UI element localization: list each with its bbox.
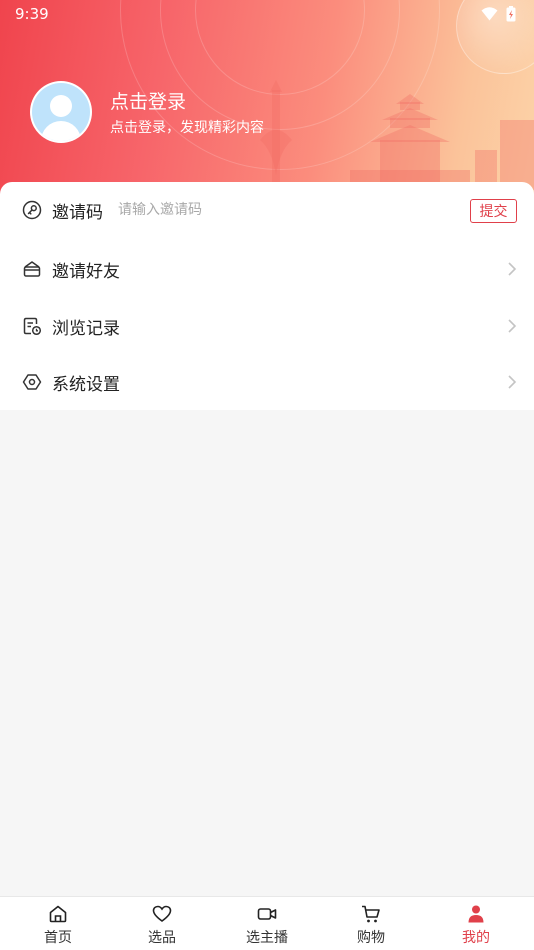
menu-item-label: 系统设置 bbox=[52, 374, 120, 395]
invite-code-input[interactable] bbox=[118, 182, 458, 238]
nav-item-shopping[interactable]: 购物 bbox=[336, 897, 406, 950]
chevron-right-icon bbox=[508, 262, 517, 276]
wifi-icon bbox=[481, 7, 498, 21]
home-icon bbox=[49, 905, 67, 923]
invite-code-row: 邀请码 提交 bbox=[0, 182, 534, 238]
avatar[interactable] bbox=[30, 81, 92, 143]
battery-icon bbox=[506, 6, 516, 22]
settings-icon bbox=[22, 374, 42, 390]
heart-icon bbox=[152, 905, 172, 922]
menu-item-settings[interactable]: 系统设置 bbox=[0, 354, 534, 410]
chevron-right-icon bbox=[508, 319, 517, 333]
nav-item-selection[interactable]: 选品 bbox=[127, 897, 197, 950]
chevron-right-icon bbox=[508, 375, 517, 389]
menu-item-invite-friends[interactable]: 邀请好友 bbox=[0, 241, 534, 297]
menu-item-label: 邀请好友 bbox=[52, 261, 120, 282]
nav-label: 购物 bbox=[357, 930, 385, 946]
status-icons bbox=[481, 6, 516, 22]
status-time: 9:39 bbox=[15, 5, 49, 23]
nav-label: 选主播 bbox=[246, 930, 288, 946]
status-bar: 9:39 bbox=[0, 0, 534, 28]
nav-label: 我的 bbox=[462, 930, 490, 946]
login-subtitle[interactable]: 点击登录，发现精彩内容 bbox=[110, 117, 264, 137]
key-icon bbox=[22, 200, 42, 220]
login-title[interactable]: 点击登录 bbox=[110, 87, 186, 114]
nav-label: 选品 bbox=[148, 930, 176, 946]
avatar-image bbox=[32, 83, 90, 141]
cart-icon bbox=[362, 905, 380, 923]
submit-button[interactable]: 提交 bbox=[470, 199, 517, 223]
nav-item-anchors[interactable]: 选主播 bbox=[232, 897, 302, 950]
skyline-illustration bbox=[260, 80, 534, 190]
nav-label: 首页 bbox=[44, 930, 72, 946]
menu-item-label: 浏览记录 bbox=[52, 318, 120, 339]
invite-code-label: 邀请码 bbox=[52, 202, 103, 223]
profile-icon bbox=[468, 905, 484, 923]
nav-item-mine[interactable]: 我的 bbox=[441, 897, 511, 950]
browse-history-icon bbox=[23, 317, 42, 336]
nav-item-home[interactable]: 首页 bbox=[23, 897, 93, 950]
bottom-nav: 首页 选品 选主播 购物 我的 bbox=[0, 896, 534, 950]
invite-friends-icon bbox=[23, 261, 41, 277]
menu-card: 邀请码 提交 邀请好友 浏览记录 bbox=[0, 182, 534, 410]
video-icon bbox=[257, 908, 277, 920]
menu-item-browse-history[interactable]: 浏览记录 bbox=[0, 298, 534, 354]
